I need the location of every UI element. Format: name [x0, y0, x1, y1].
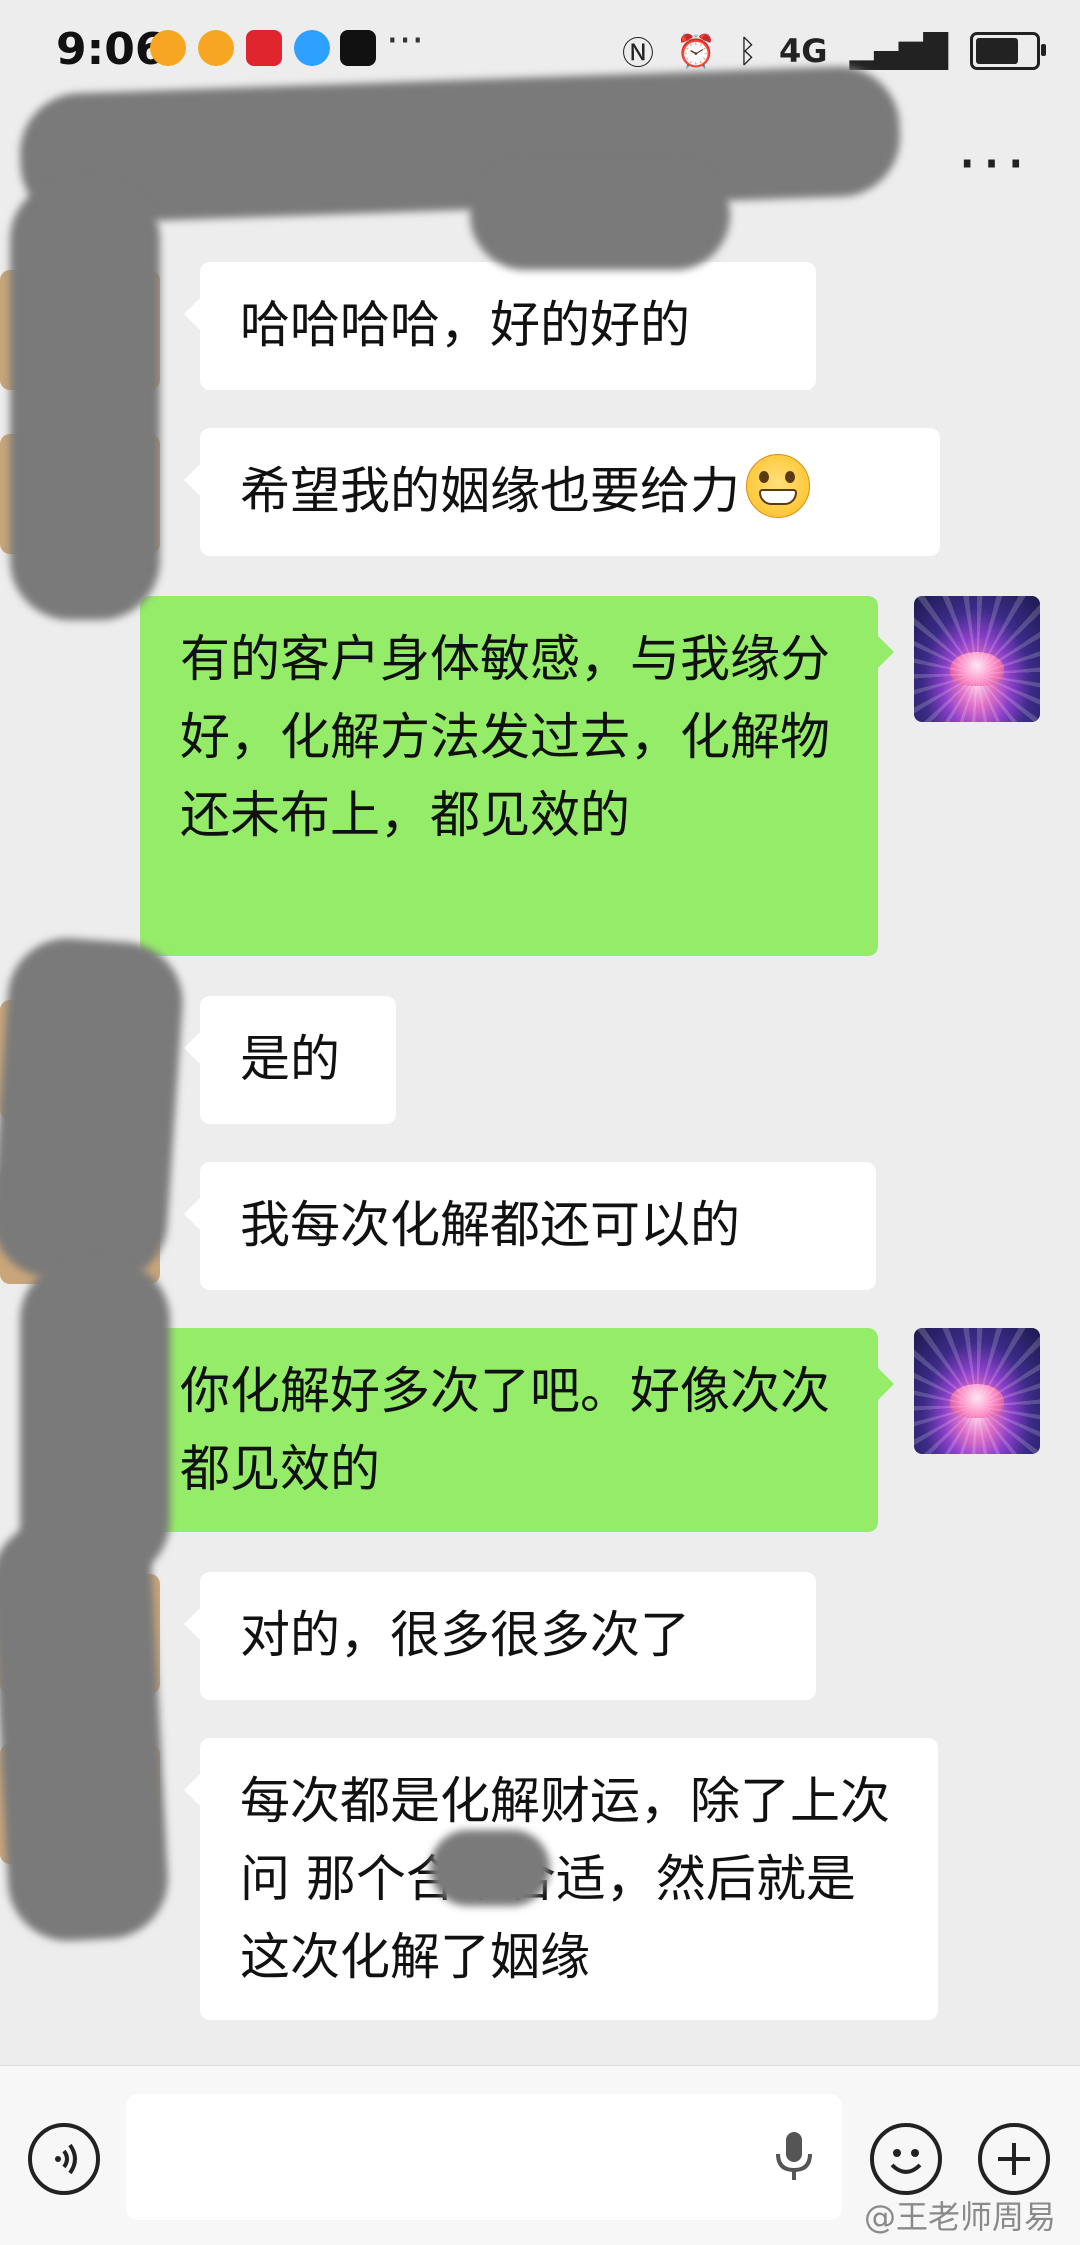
message-bubble[interactable]: 每次都是化解财运，除了上次问 那个合不合适，然后就是这次化解了姻缘: [184, 1738, 938, 2020]
message-bubble[interactable]: 是的: [184, 996, 396, 1124]
more-functions-button[interactable]: [978, 2123, 1050, 2195]
weibo-icon: [198, 30, 234, 66]
redaction-mark: [0, 1516, 171, 1944]
redaction-mark: [430, 1830, 550, 1906]
redaction-mark: [470, 160, 730, 270]
weibo-icon: [150, 30, 186, 66]
battery-level: [976, 38, 1018, 64]
voice-icon: [55, 2143, 77, 2175]
nfc-icon: Ⓝ: [621, 34, 654, 72]
message-input[interactable]: [126, 2094, 842, 2220]
app-icon-blue: [294, 30, 330, 66]
watermark: @王老师周易: [863, 2198, 1056, 2236]
message-bubble[interactable]: 我每次化解都还可以的: [184, 1162, 876, 1290]
more-notifications-icon: ···: [386, 18, 425, 64]
message-bubble[interactable]: 有的客户身体敏感，与我缘分好，化解方法发过去，化解物还未布上，都见效的: [140, 596, 894, 956]
message-text: 对的，很多很多次了: [240, 1606, 690, 1664]
message-text: 有的客户身体敏感，与我缘分好，化解方法发过去，化解物还未布上，都见效的: [180, 630, 830, 844]
message-bubble[interactable]: 希望我的姻缘也要给力: [184, 428, 940, 556]
smiley-icon: [890, 2149, 922, 2174]
redaction-mark: [10, 180, 160, 620]
voice-toggle-button[interactable]: [28, 2123, 100, 2195]
microphone-icon[interactable]: [764, 2126, 824, 2186]
message-text: 是的: [240, 1030, 340, 1088]
emoji-button[interactable]: [870, 2123, 942, 2195]
message-text: 哈哈哈哈，好的好的: [240, 296, 690, 354]
signal-icon: ▂▄▆█: [849, 32, 948, 70]
message-text: 我每次化解都还可以的: [240, 1196, 740, 1254]
message-bubble[interactable]: 你化解好多次了吧。好像次次都见效的: [140, 1328, 894, 1532]
message-bubble[interactable]: 哈哈哈哈，好的好的: [184, 262, 816, 390]
grin-emoji-icon: [746, 454, 810, 518]
message-text: 你化解好多次了吧。好像次次都见效的: [180, 1362, 830, 1498]
plus-icon: [998, 2143, 1030, 2175]
battery-icon: [970, 32, 1046, 70]
tiktok-icon: [340, 30, 376, 66]
redaction-mark: [0, 934, 187, 1286]
network-type: 4G: [779, 32, 828, 70]
my-avatar[interactable]: [914, 596, 1040, 722]
status-time: 9:06: [56, 24, 166, 75]
my-avatar[interactable]: [914, 1328, 1040, 1454]
message-text: 希望我的姻缘也要给力: [240, 462, 740, 520]
more-options-button[interactable]: ···: [957, 133, 1030, 197]
alarm-icon: ⏰: [675, 32, 716, 70]
message-text: 每次都是化解财运，除了上次问 那个合不合适，然后就是这次化解了姻缘: [240, 1772, 890, 1986]
app-icon-red: [246, 30, 282, 66]
message-bubble[interactable]: 对的，很多很多次了: [184, 1572, 816, 1700]
bluetooth-icon: ᛒ: [737, 32, 758, 70]
